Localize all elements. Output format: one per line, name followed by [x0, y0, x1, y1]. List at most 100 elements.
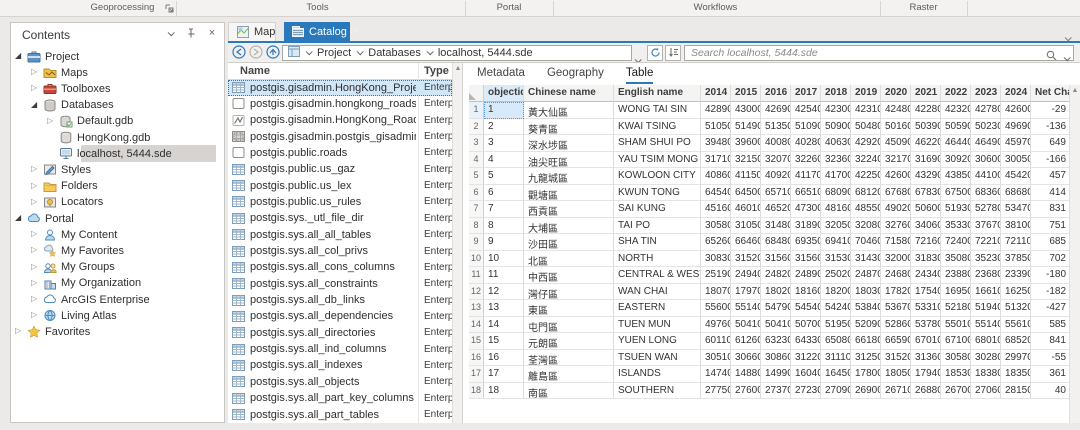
- tab-close-icon[interactable]: ×: [354, 26, 360, 37]
- table-cell[interactable]: 649: [1031, 135, 1069, 152]
- forward-button[interactable]: [249, 45, 263, 59]
- table-cell[interactable]: 426900: [761, 102, 791, 119]
- catalog-list-item[interactable]: postgis.sys.all_db_linksEnterprise: [228, 293, 452, 309]
- table-cell[interactable]: 312200: [791, 350, 821, 367]
- table-cell[interactable]: 721100: [1001, 234, 1031, 251]
- table-cell[interactable]: -55: [1031, 350, 1069, 367]
- table-cell[interactable]: 432900: [911, 168, 941, 185]
- table-cell[interactable]: 302800: [971, 350, 1001, 367]
- column-header-type[interactable]: Type: [424, 65, 449, 77]
- table-cell[interactable]: 704600: [851, 234, 881, 251]
- table-corner-cell[interactable]: [469, 85, 484, 102]
- table-cell[interactable]: 722100: [971, 234, 1001, 251]
- table-row[interactable]: 1313東區EASTERN556000551400547900545400542…: [469, 300, 1069, 317]
- table-cell[interactable]: 352300: [971, 251, 1001, 268]
- table-cell[interactable]: 441000: [971, 168, 1001, 185]
- table-cell[interactable]: 300500: [1001, 152, 1031, 169]
- table-cell[interactable]: 422800: [911, 102, 941, 119]
- table-cell[interactable]: 340600: [911, 218, 941, 235]
- table-cell[interactable]: TSUEN WAN: [614, 350, 701, 367]
- table-cell[interactable]: 612600: [731, 333, 761, 350]
- table-cell[interactable]: 185300: [941, 366, 971, 383]
- table-cell[interactable]: 1: [484, 102, 524, 119]
- table-cell[interactable]: 270600: [971, 383, 1001, 400]
- table-cell[interactable]: 314800: [761, 218, 791, 235]
- table-cell[interactable]: 166100: [971, 284, 1001, 301]
- catalog-list-item[interactable]: postgis.sys.all_ind_columnsEnterprise: [228, 342, 452, 358]
- tree-item-arcgis-enterprise[interactable]: ▷ArcGIS Enterprise: [11, 292, 224, 308]
- table-cell[interactable]: 305800: [941, 350, 971, 367]
- collapse-arrow-icon[interactable]: ▷: [31, 83, 41, 92]
- table-cell[interactable]: 北區: [524, 251, 614, 268]
- table-cell[interactable]: 321700: [881, 152, 911, 169]
- table-cell[interactable]: 643300: [791, 333, 821, 350]
- table-cell[interactable]: 501600: [881, 119, 911, 136]
- table-cell[interactable]: 2: [484, 119, 524, 136]
- table-cell[interactable]: 542400: [821, 300, 851, 317]
- tree-item-my-content[interactable]: ▷My Content: [11, 227, 224, 243]
- table-cell[interactable]: 238800: [941, 267, 971, 284]
- table-cell[interactable]: 246800: [881, 267, 911, 284]
- table-row[interactable]: 1212灣仔區WAN CHAI1807001797001802001816001…: [469, 284, 1069, 301]
- table-cell[interactable]: 425400: [791, 102, 821, 119]
- table-cell[interactable]: -166: [1031, 152, 1069, 169]
- table-cell[interactable]: 676800: [881, 185, 911, 202]
- table-cell[interactable]: 葵青區: [524, 119, 614, 136]
- tab-catalog[interactable]: Catalog ×: [284, 22, 350, 41]
- table-cell[interactable]: 308300: [701, 251, 731, 268]
- table-cell[interactable]: 180500: [881, 366, 911, 383]
- table-cell[interactable]: 320000: [881, 251, 911, 268]
- table-cell[interactable]: 685: [1031, 234, 1069, 251]
- column-header-2020[interactable]: 2020: [881, 85, 911, 102]
- table-cell[interactable]: 320700: [761, 152, 791, 169]
- table-cell[interactable]: 310500: [731, 218, 761, 235]
- scroll-up-arrow-icon[interactable]: ▲: [454, 65, 462, 73]
- table-cell[interactable]: 683600: [971, 185, 1001, 202]
- preview-tab-geography[interactable]: Geography: [547, 67, 604, 84]
- row-number-cell[interactable]: 8: [469, 218, 484, 235]
- table-cell[interactable]: 黃大仙區: [524, 102, 614, 119]
- table-cell[interactable]: 178000: [851, 366, 881, 383]
- up-button[interactable]: [266, 45, 280, 59]
- table-cell[interactable]: 175400: [911, 284, 941, 301]
- table-cell[interactable]: 277500: [701, 383, 731, 400]
- tree-item-styles[interactable]: ▷Styles: [11, 162, 224, 178]
- table-row[interactable]: 44油尖旺區YAU TSIM MONG317100321500320700322…: [469, 152, 1069, 169]
- table-cell[interactable]: 715800: [881, 234, 911, 251]
- catalog-list-item[interactable]: postgis.sys.all_objectsEnterprise: [228, 374, 452, 390]
- table-cell[interactable]: 250200: [821, 267, 851, 284]
- table-cell[interactable]: 316900: [911, 152, 941, 169]
- tree-item-my-organization[interactable]: ▷My Organization: [11, 276, 224, 292]
- table-cell[interactable]: 427800: [971, 102, 1001, 119]
- table-cell[interactable]: 272300: [791, 383, 821, 400]
- table-cell[interactable]: 681200: [851, 185, 881, 202]
- chevron-down-icon[interactable]: [427, 48, 434, 55]
- column-header-objectid[interactable]: objectid *: [484, 85, 524, 102]
- catalog-list-item[interactable]: postgis.sys._utl_file_dirEnterprise: [228, 211, 452, 227]
- catalog-list-item[interactable]: postgis.public.us_lexEnterprise: [228, 178, 452, 194]
- table-cell[interactable]: 394800: [701, 135, 731, 152]
- table-cell[interactable]: 533100: [911, 300, 941, 317]
- collapse-arrow-icon[interactable]: ▷: [31, 181, 41, 190]
- table-cell[interactable]: ISLANDS: [614, 366, 701, 383]
- column-header-2015[interactable]: 2015: [731, 85, 761, 102]
- table-cell[interactable]: 306600: [731, 350, 761, 367]
- table-cell[interactable]: 322400: [851, 152, 881, 169]
- table-cell[interactable]: 556100: [1001, 317, 1031, 334]
- table-cell[interactable]: 665900: [881, 333, 911, 350]
- table-cell[interactable]: 309200: [941, 152, 971, 169]
- table-row[interactable]: 11黃大仙區WONG TAI SIN4289004300004269004254…: [469, 102, 1069, 119]
- table-cell[interactable]: 661800: [851, 333, 881, 350]
- preview-tab-metadata[interactable]: Metadata: [477, 67, 525, 84]
- table-cell[interactable]: 693500: [791, 234, 821, 251]
- table-cell[interactable]: 320500: [821, 218, 851, 235]
- table-cell[interactable]: 396000: [731, 135, 761, 152]
- table-cell[interactable]: -182: [1031, 284, 1069, 301]
- table-cell[interactable]: 318900: [791, 218, 821, 235]
- table-cell[interactable]: 322600: [791, 152, 821, 169]
- table-cell[interactable]: 353300: [941, 218, 971, 235]
- table-row[interactable]: 1616荃灣區TSUEN WAN305100306600308600312200…: [469, 350, 1069, 367]
- table-cell[interactable]: 462200: [911, 135, 941, 152]
- table-cell[interactable]: 527800: [971, 201, 1001, 218]
- table-cell[interactable]: 504100: [731, 317, 761, 334]
